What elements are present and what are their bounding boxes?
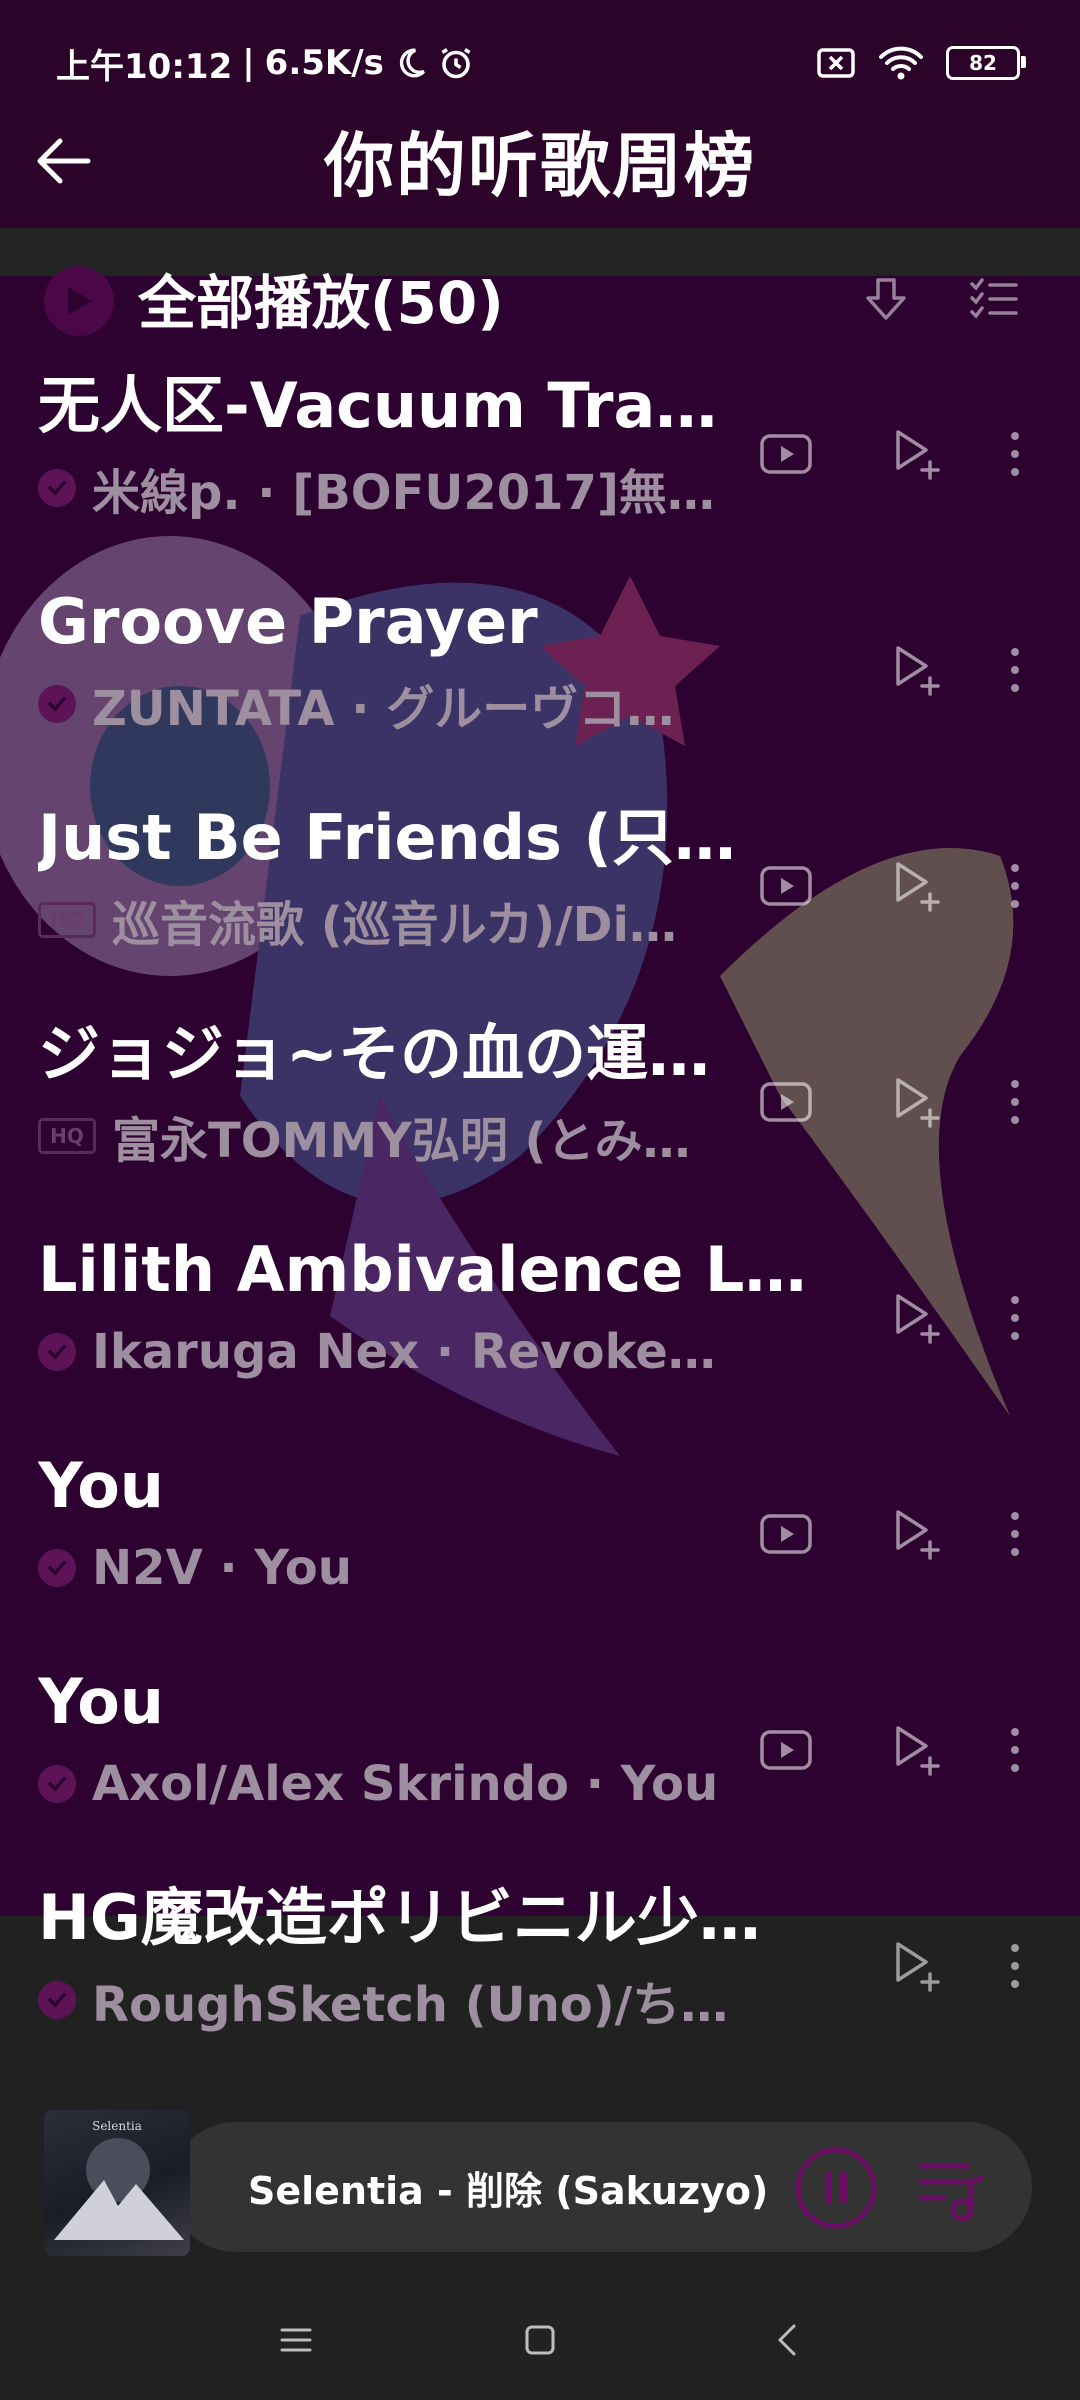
- song-row[interactable]: Groove Prayer ZUNTATA · グルーヴコ…: [0, 582, 1080, 798]
- status-bar: 上午10:12 | 6.5K/s: [56, 36, 474, 90]
- downloaded-check-icon: [38, 1333, 76, 1371]
- add-playlist-icon[interactable]: [886, 1504, 946, 1564]
- hq-badge: HQ: [38, 902, 96, 938]
- song-subtitle-row: Ikaruga Nex · Revoke…: [38, 1316, 716, 1388]
- add-playlist-icon[interactable]: [886, 1072, 946, 1132]
- download-icon[interactable]: [858, 272, 914, 328]
- album-cover[interactable]: Selentia: [44, 2110, 190, 2256]
- video-play-icon[interactable]: [756, 424, 816, 484]
- network-speed: 6.5K/s: [264, 43, 384, 83]
- more-vertical-icon[interactable]: [1000, 424, 1030, 484]
- battery-indicator: 82: [946, 46, 1026, 80]
- wifi-icon: [879, 46, 923, 80]
- video-play-icon[interactable]: [756, 856, 816, 916]
- status-separator: |: [242, 43, 255, 83]
- song-row[interactable]: 无人区-Vacuum Tra… 米線p. · [BOFU2017]無…: [0, 366, 1080, 582]
- more-vertical-icon[interactable]: [1000, 640, 1030, 700]
- song-artist-album: Ikaruga Nex · Revoke…: [92, 1324, 716, 1380]
- video-play-icon[interactable]: [756, 1504, 816, 1564]
- downloaded-check-icon: [38, 685, 76, 723]
- song-title: You: [38, 1665, 164, 1738]
- menu-nav-icon[interactable]: [266, 2310, 326, 2370]
- song-title: Groove Prayer: [38, 585, 538, 658]
- add-playlist-icon[interactable]: [886, 856, 946, 916]
- song-row[interactable]: Just Be Friends (只… HQ 巡音流歌 (巡音ルカ)/Di…: [0, 798, 1080, 1014]
- song-title: 无人区-Vacuum Tra…: [38, 369, 718, 442]
- hq-badge: HQ: [38, 1118, 96, 1154]
- add-playlist-icon[interactable]: [886, 1720, 946, 1780]
- downloaded-check-icon: [38, 1981, 76, 2019]
- more-vertical-icon[interactable]: [1000, 1072, 1030, 1132]
- song-title: HG魔改造ポリビニル少…: [38, 1881, 761, 1954]
- more-vertical-icon[interactable]: [1000, 1720, 1030, 1780]
- song-row[interactable]: Lilith Ambivalence Lov… Ikaruga Nex · Rev…: [0, 1230, 1080, 1446]
- play-all-label[interactable]: 全部播放(50): [138, 270, 504, 336]
- now-playing-title[interactable]: Selentia - 削除 (Sakuzyo): [248, 2160, 768, 2215]
- song-subtitle-row: RoughSketch (Uno)/ちよこ…: [38, 1964, 732, 2036]
- playlist-icon[interactable]: [916, 2156, 986, 2222]
- song-artist-album: 巡音流歌 (巡音ルカ)/Di…: [112, 897, 677, 953]
- song-artist-album: Axol/Alex Skrindo · You: [92, 1756, 719, 1812]
- add-playlist-icon[interactable]: [886, 1936, 946, 1996]
- add-playlist-icon[interactable]: [886, 640, 946, 700]
- status-time: 上午10:12: [56, 46, 233, 87]
- song-subtitle-row: ZUNTATA · グルーヴコ…: [38, 668, 674, 740]
- play-triangle-icon: [68, 287, 92, 315]
- add-playlist-icon[interactable]: [886, 424, 946, 484]
- more-vertical-icon[interactable]: [1000, 1288, 1030, 1348]
- song-artist-album: 富永TOMMY弘明 (とみ…: [112, 1113, 691, 1169]
- song-row[interactable]: You Axol/Alex Skrindo · You: [0, 1662, 1080, 1878]
- song-subtitle-row: 米線p. · [BOFU2017]無…: [38, 452, 715, 524]
- song-subtitle-row: HQ 巡音流歌 (巡音ルカ)/Di…: [38, 884, 677, 956]
- page-title: 你的听歌周榜: [324, 125, 756, 207]
- play-all-icon[interactable]: [44, 266, 114, 336]
- video-play-icon[interactable]: [756, 1720, 816, 1780]
- more-vertical-icon[interactable]: [1000, 1504, 1030, 1564]
- song-artist-album: 米線p. · [BOFU2017]無…: [92, 465, 715, 521]
- song-subtitle-row: N2V · You: [38, 1532, 352, 1604]
- status-icons: 82: [816, 36, 1026, 90]
- song-row[interactable]: ジョジョ~その血の運… HQ 富永TOMMY弘明 (とみ…: [0, 1014, 1080, 1230]
- alarm-icon: [441, 48, 471, 79]
- album-art-image: Selentia: [54, 2119, 184, 2240]
- song-artist-album: RoughSketch (Uno)/ちよこ…: [92, 1977, 732, 2033]
- more-vertical-icon[interactable]: [1000, 1936, 1030, 1996]
- song-title: ジョジョ~その血の運…: [38, 1017, 710, 1090]
- downloaded-check-icon: [38, 469, 76, 507]
- song-row[interactable]: You N2V · You: [0, 1446, 1080, 1662]
- home-nav-icon[interactable]: [510, 2310, 570, 2370]
- album-cover-text: Selentia: [92, 2119, 142, 2133]
- song-row[interactable]: HG魔改造ポリビニル少… RoughSketch (Uno)/ちよこ…: [0, 1878, 1080, 2094]
- song-artist-album: ZUNTATA · グルーヴコ…: [92, 681, 675, 737]
- more-vertical-icon[interactable]: [1000, 856, 1030, 916]
- downloaded-check-icon: [38, 1765, 76, 1803]
- song-title: Lilith Ambivalence Lov…: [38, 1233, 838, 1306]
- downloaded-check-icon: [38, 1549, 76, 1587]
- back-nav-icon[interactable]: [758, 2310, 818, 2370]
- song-subtitle-row: Axol/Alex Skrindo · You: [38, 1748, 718, 1820]
- song-artist-album: N2V · You: [92, 1540, 352, 1596]
- pause-circle-icon[interactable]: [794, 2146, 878, 2230]
- moon-icon: [399, 48, 425, 78]
- checklist-icon[interactable]: [966, 272, 1022, 328]
- song-title: You: [38, 1449, 164, 1522]
- song-subtitle-row: HQ 富永TOMMY弘明 (とみ…: [38, 1100, 691, 1172]
- song-title: Just Be Friends (只…: [38, 801, 736, 874]
- video-play-icon[interactable]: [756, 1072, 816, 1132]
- add-playlist-icon[interactable]: [886, 1288, 946, 1348]
- sim-off-icon: [817, 48, 855, 78]
- header-bar: 上午10:12 | 6.5K/s 82 你的听歌周榜: [0, 0, 1080, 228]
